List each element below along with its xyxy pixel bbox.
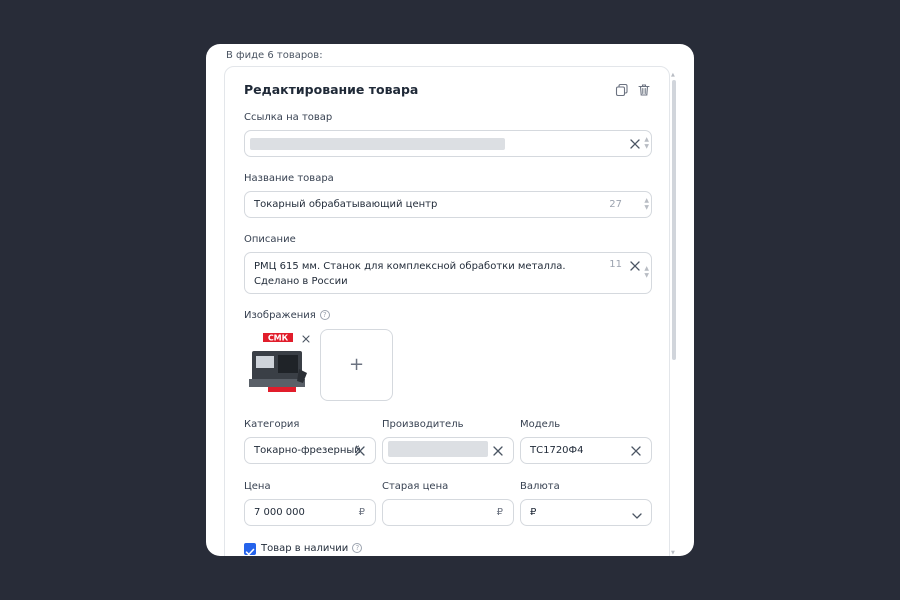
manufacturer-label: Производитель	[382, 419, 464, 430]
close-icon[interactable]	[629, 138, 641, 150]
scroll-arrows: ▲ ▼	[644, 197, 649, 211]
scroll-arrows: ▲ ▼	[644, 265, 649, 279]
name-label: Название товара	[244, 173, 334, 184]
link-label: Ссылка на товар	[244, 112, 333, 123]
product-feed-modal: В фиде 6 товаров: Редактирование товара …	[206, 44, 694, 556]
category-input[interactable]: Токарно-фрезерный	[244, 437, 376, 464]
price-value: 7 000 000	[254, 507, 305, 518]
redacted-manufacturer-value	[388, 441, 488, 457]
close-icon[interactable]	[629, 260, 641, 272]
plus-icon: +	[348, 354, 365, 375]
model-value: ТС1720Ф4	[530, 445, 584, 456]
category-label: Категория	[244, 419, 300, 430]
thumbnail-logo-text: СМК	[268, 334, 289, 343]
editor-scroll-area[interactable]: Редактирование товара Ссылка на товар ▲ ▼	[224, 66, 672, 556]
scroll-up-arrow[interactable]: ▲	[671, 72, 675, 78]
scrollbar-thumb[interactable]	[672, 80, 676, 360]
close-icon[interactable]	[354, 445, 366, 457]
name-value: Токарный обрабатывающий центр	[254, 199, 438, 210]
currency-label: Валюта	[520, 481, 560, 492]
currency-select[interactable]: ₽	[520, 499, 652, 526]
question-circle-icon[interactable]: ?	[319, 310, 330, 320]
price-input[interactable]: 7 000 000 ₽	[244, 499, 376, 526]
description-counter: 11	[609, 259, 622, 270]
trash-icon[interactable]	[637, 82, 651, 96]
redacted-link-value	[250, 138, 505, 150]
scroll-down-arrow[interactable]: ▼	[671, 550, 675, 556]
close-icon[interactable]	[300, 330, 312, 343]
check-icon	[245, 548, 255, 556]
images-label: Изображения?	[244, 310, 330, 321]
description-label: Описание	[244, 234, 296, 245]
add-image-button[interactable]: +	[320, 329, 393, 401]
currency-value: ₽	[530, 507, 537, 518]
description-textarea[interactable]: РМЦ 615 мм. Станок для комплексной обраб…	[244, 252, 652, 294]
price-label: Цена	[244, 481, 271, 492]
name-counter: 27	[609, 199, 622, 210]
product-edit-card: Редактирование товара Ссылка на товар ▲ ▼	[224, 66, 670, 556]
card-actions	[615, 82, 651, 97]
chevron-down-icon	[631, 507, 643, 519]
ruble-sign: ₽	[358, 507, 365, 518]
scrollbar[interactable]: ▲ ▼	[671, 72, 676, 556]
copy-icon[interactable]	[615, 82, 629, 97]
card-title: Редактирование товара	[244, 82, 419, 97]
manufacturer-input[interactable]	[382, 437, 514, 464]
name-input[interactable]: Токарный обрабатывающий центр 27 ▲ ▼	[244, 191, 652, 218]
old-price-label: Старая цена	[382, 481, 449, 492]
model-input[interactable]: ТС1720Ф4	[520, 437, 652, 464]
category-value: Токарно-фрезерный	[254, 445, 361, 456]
close-icon[interactable]	[630, 445, 642, 457]
in-stock-checkbox[interactable]	[244, 543, 256, 556]
old-price-input[interactable]: ₽	[382, 499, 514, 526]
model-label: Модель	[520, 419, 561, 430]
description-value: РМЦ 615 мм. Станок для комплексной обраб…	[254, 261, 566, 287]
in-stock-label: Товар в наличии?	[261, 543, 363, 554]
feed-count-text: В фиде 6 товаров:	[226, 50, 323, 61]
scroll-arrows: ▲ ▼	[644, 136, 649, 150]
close-icon[interactable]	[492, 445, 504, 457]
ruble-sign: ₽	[496, 507, 503, 518]
link-input[interactable]: ▲ ▼	[244, 130, 652, 157]
question-circle-icon[interactable]: ?	[352, 543, 363, 553]
